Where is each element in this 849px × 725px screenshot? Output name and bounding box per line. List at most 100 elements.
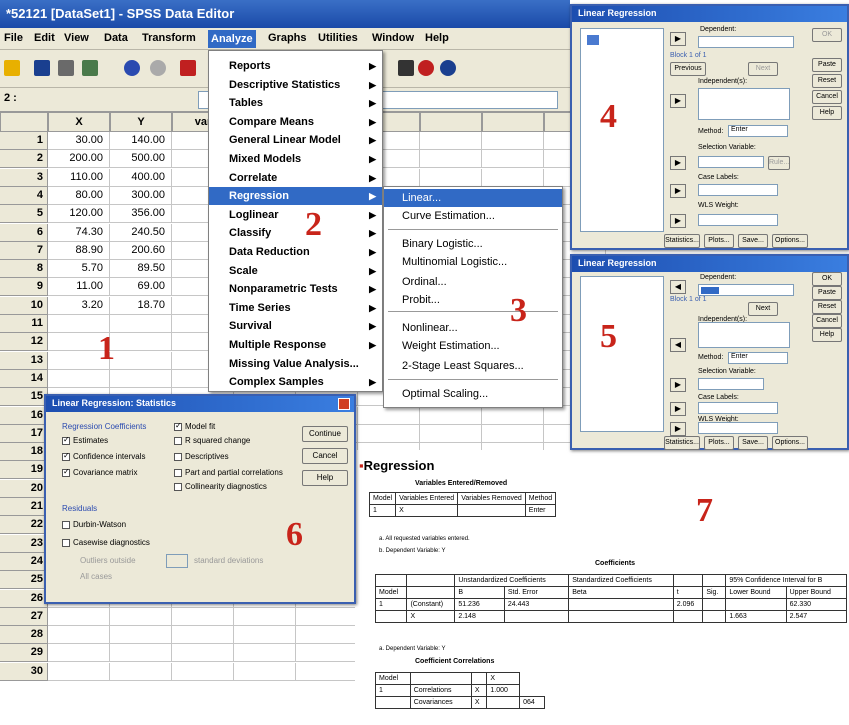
paste-button[interactable]: Paste	[812, 58, 842, 72]
row-number[interactable]: 15	[0, 388, 48, 407]
row-number[interactable]: 26	[0, 589, 48, 608]
row-number[interactable]: 30	[0, 662, 48, 681]
move-selection-button[interactable]: ▶	[670, 378, 686, 392]
data-cell[interactable]	[110, 369, 172, 388]
row-number[interactable]: 17	[0, 424, 48, 443]
rule-button[interactable]: Rule...	[768, 156, 790, 170]
row-number[interactable]: 8	[0, 260, 48, 279]
data-cell[interactable]	[482, 424, 544, 443]
regression-submenu-item[interactable]: Optimal Scaling...	[384, 385, 562, 403]
print-icon[interactable]	[58, 60, 74, 76]
data-cell[interactable]: 80.00	[48, 186, 110, 205]
data-cell[interactable]	[48, 369, 110, 388]
redo-icon[interactable]	[150, 60, 166, 76]
data-cell[interactable]: 200.00	[48, 150, 110, 169]
data-cell[interactable]: 110.00	[48, 168, 110, 187]
help-button[interactable]: Help	[302, 470, 348, 486]
data-cell[interactable]	[234, 662, 296, 681]
move-independent-button[interactable]: ▶	[670, 94, 686, 108]
statistics-button[interactable]: Statistics...	[664, 234, 700, 248]
help-button[interactable]: Help	[812, 328, 842, 342]
help-button[interactable]: Help	[812, 106, 842, 120]
row-number[interactable]: 28	[0, 626, 48, 645]
regression-submenu-item[interactable]: Ordinal...	[384, 273, 562, 291]
confidence-intervals-checkbox[interactable]: Confidence intervals	[62, 451, 145, 461]
analyze-menu-item[interactable]: Nonparametric Tests ▶	[209, 280, 382, 298]
ok-button[interactable]: OK	[812, 272, 842, 286]
regression-submenu-item[interactable]: Weight Estimation...	[384, 337, 562, 355]
independents-list[interactable]	[698, 322, 790, 348]
data-cell[interactable]: 3.20	[48, 296, 110, 315]
continue-button[interactable]: Continue	[302, 426, 348, 442]
regression-submenu-item[interactable]: Nonlinear...	[384, 319, 562, 337]
durbin-watson-checkbox[interactable]: Durbin-Watson	[62, 520, 126, 529]
row-number[interactable]: 1	[0, 132, 48, 150]
row-number[interactable]: 3	[0, 168, 48, 187]
wls-weight-field[interactable]	[698, 214, 778, 226]
data-cell[interactable]	[482, 150, 544, 169]
regression-submenu-item[interactable]: 2-Stage Least Squares...	[384, 357, 562, 375]
data-cell[interactable]: 89.50	[110, 260, 172, 279]
analyze-menu-item[interactable]: Correlate ▶	[209, 169, 382, 187]
data-cell[interactable]	[48, 626, 110, 645]
column-header[interactable]: X	[48, 112, 110, 132]
regression-submenu-item[interactable]: Curve Estimation...	[384, 207, 562, 225]
close-icon[interactable]	[338, 398, 350, 410]
dependent-field[interactable]	[698, 284, 794, 296]
data-cell[interactable]	[110, 607, 172, 626]
r-squared-change-checkbox[interactable]: R squared change	[174, 436, 250, 445]
data-cell[interactable]	[420, 132, 482, 150]
selection-variable-field[interactable]	[698, 156, 764, 168]
data-cell[interactable]	[420, 424, 482, 443]
menu-file[interactable]: File	[4, 32, 23, 44]
menu-view[interactable]: View	[64, 32, 89, 44]
column-header[interactable]: Y	[110, 112, 172, 132]
menu-utilities[interactable]: Utilities	[318, 32, 358, 44]
analyze-menu-item[interactable]: Classify ▶	[209, 224, 382, 242]
row-number[interactable]: 2	[0, 150, 48, 169]
data-cell[interactable]: 88.90	[48, 241, 110, 260]
analyze-menu-item[interactable]: Time Series ▶	[209, 299, 382, 317]
source-variable-list[interactable]	[580, 28, 664, 232]
collinearity-diagnostics-checkbox[interactable]: Collinearity diagnostics	[174, 482, 267, 491]
source-variable-list[interactable]	[580, 276, 664, 432]
analyze-menu-item[interactable]: Survival ▶	[209, 317, 382, 335]
data-cell[interactable]	[420, 150, 482, 169]
analyze-menu-item[interactable]: Compare Means ▶	[209, 113, 382, 131]
row-number[interactable]: 20	[0, 479, 48, 498]
move-wls-button[interactable]: ▶	[670, 214, 686, 228]
save-icon[interactable]	[34, 60, 50, 76]
menu-help[interactable]: Help	[425, 32, 449, 44]
data-cell[interactable]	[234, 644, 296, 663]
analyze-menu-item[interactable]: Descriptive Statistics ▶	[209, 76, 382, 94]
data-cell[interactable]	[172, 607, 234, 626]
descriptives-checkbox[interactable]: Descriptives	[174, 452, 229, 461]
menu-window[interactable]: Window	[372, 32, 414, 44]
dependent-field[interactable]	[698, 36, 794, 48]
data-cell[interactable]: 30.00	[48, 132, 110, 150]
row-number[interactable]: 14	[0, 369, 48, 388]
analyze-menu-item[interactable]: Regression ▶	[209, 187, 382, 206]
row-number[interactable]: 25	[0, 571, 48, 590]
next-button[interactable]: Next	[748, 302, 778, 316]
row-number[interactable]: 11	[0, 315, 48, 333]
data-cell[interactable]	[482, 132, 544, 150]
column-header[interactable]	[420, 112, 482, 132]
data-cell[interactable]: 11.00	[48, 278, 110, 297]
data-cell[interactable]	[420, 168, 482, 187]
data-cell[interactable]	[110, 662, 172, 681]
row-number[interactable]: 13	[0, 351, 48, 370]
undo-icon[interactable]	[124, 60, 140, 76]
dialog-recall-icon[interactable]	[82, 60, 98, 76]
data-cell[interactable]: 240.50	[110, 223, 172, 242]
data-cell[interactable]	[296, 662, 358, 681]
split-file-icon[interactable]	[398, 60, 414, 76]
data-cell[interactable]	[482, 168, 544, 187]
regression-submenu-item[interactable]: Linear...	[384, 189, 562, 207]
move-case-labels-button[interactable]: ▶	[670, 402, 686, 416]
move-independent-button[interactable]: ◀	[670, 338, 686, 352]
goto-chart-icon[interactable]	[180, 60, 196, 76]
data-cell[interactable]	[48, 607, 110, 626]
data-cell[interactable]	[110, 333, 172, 352]
move-case-labels-button[interactable]: ▶	[670, 184, 686, 198]
